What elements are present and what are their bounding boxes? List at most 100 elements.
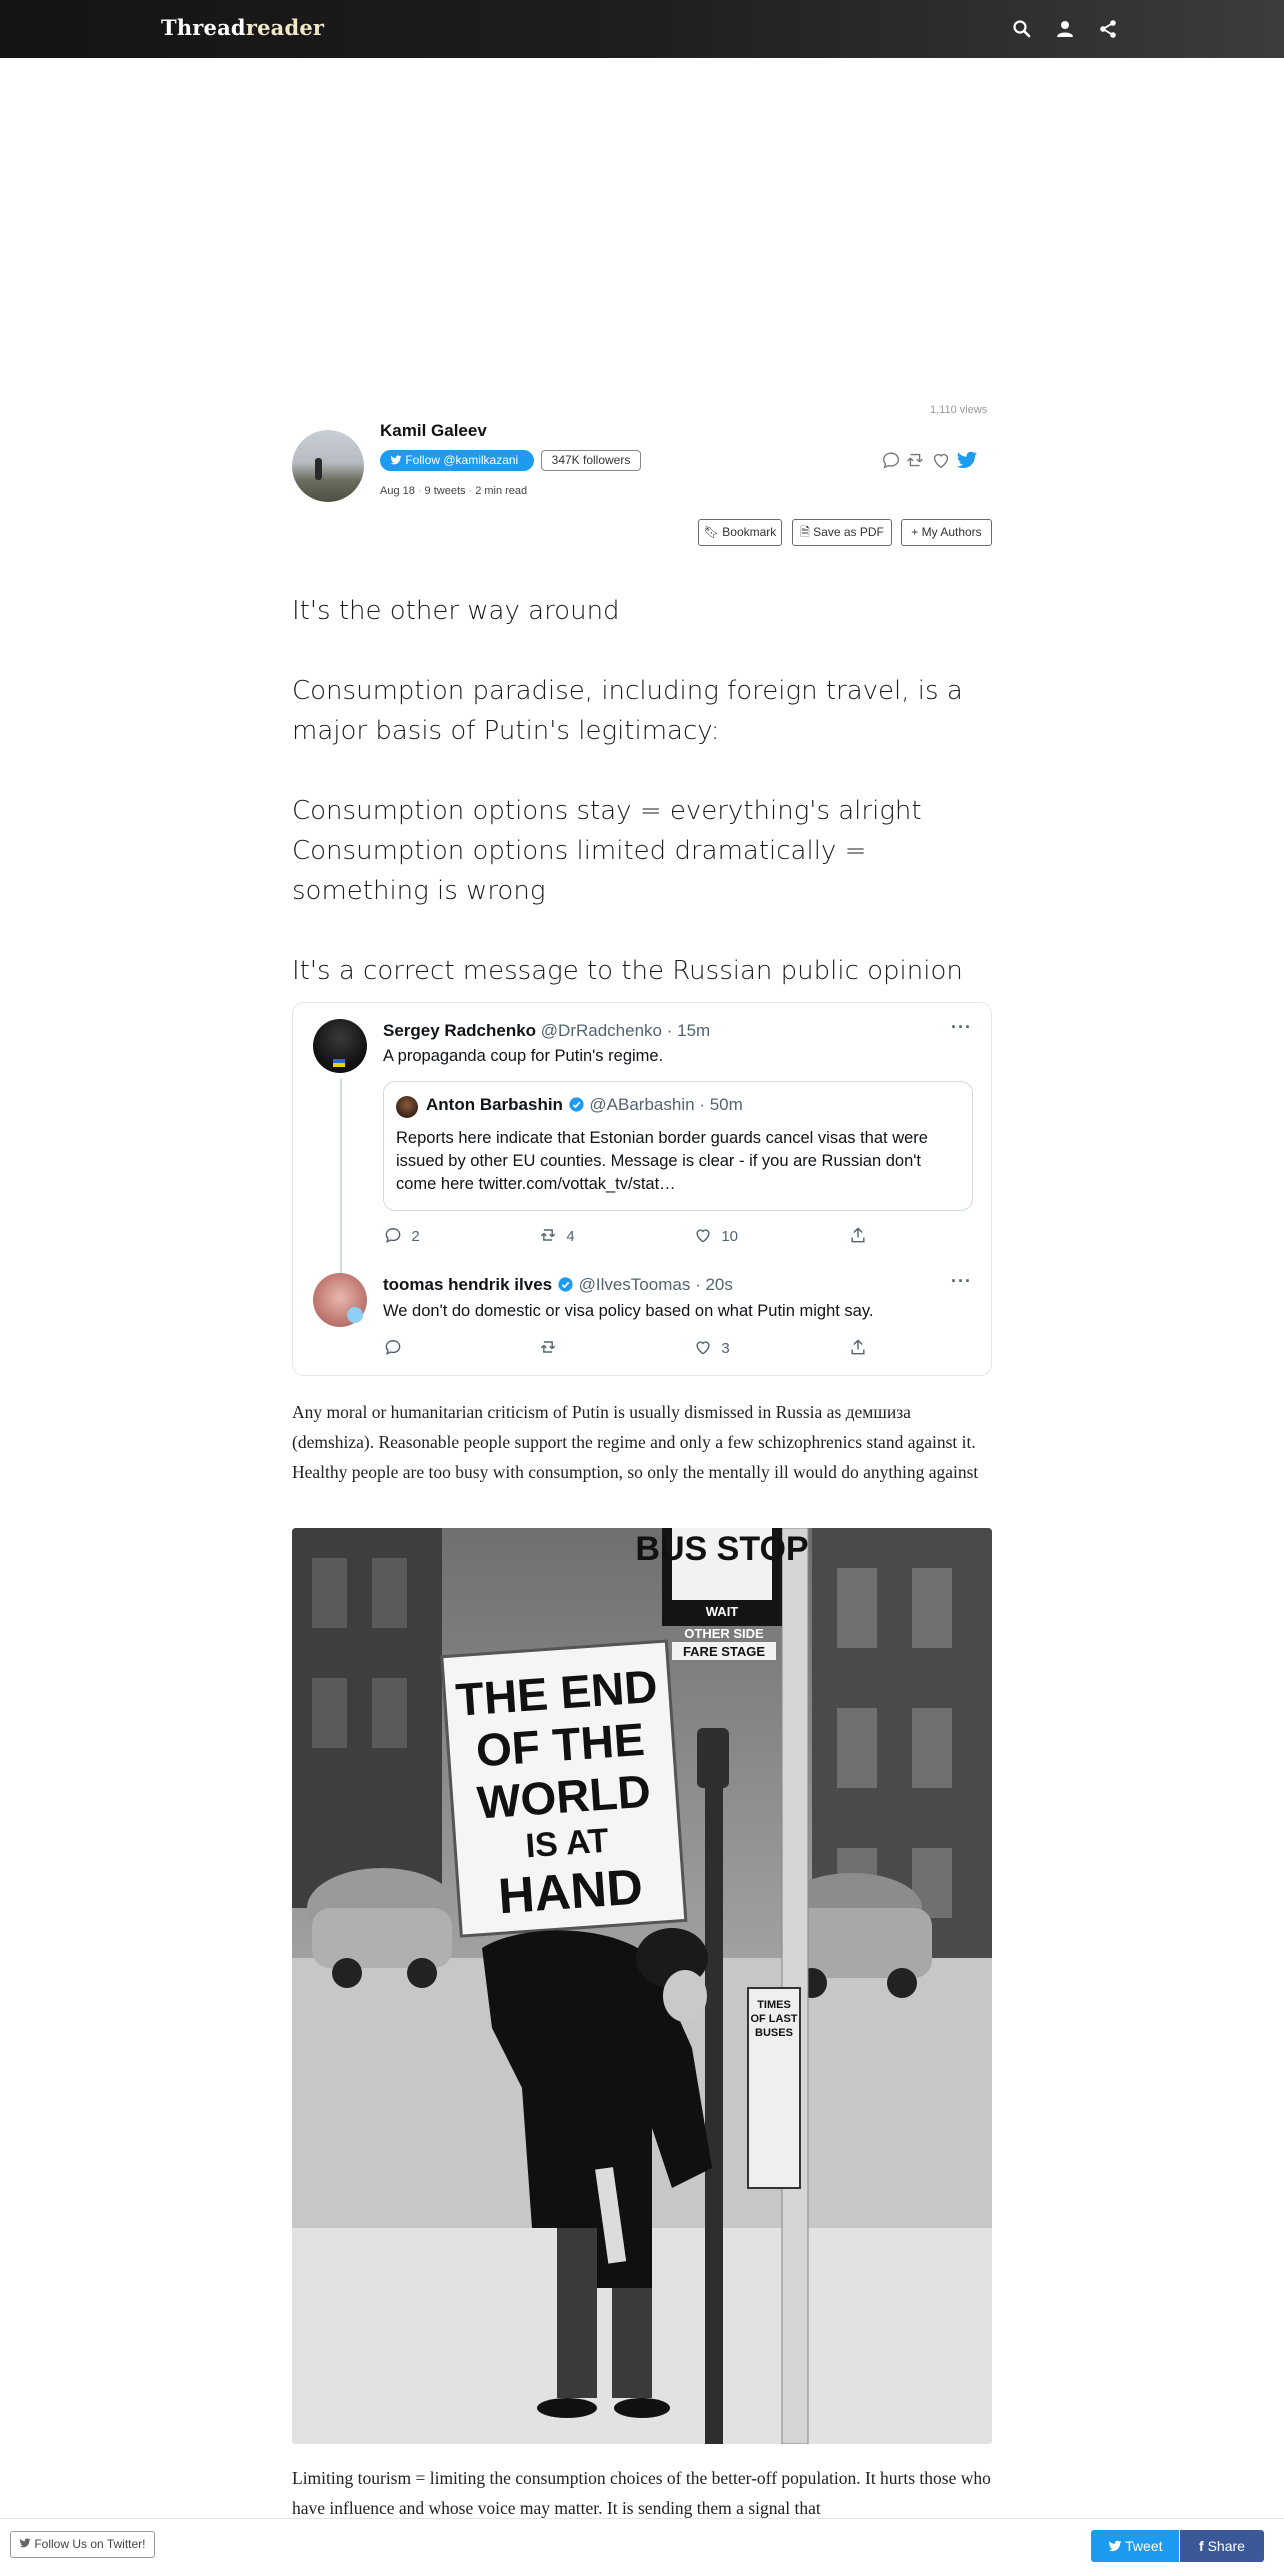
- retweet-icon: [540, 1229, 556, 1241]
- follow-button-label: Follow @kamilkazani: [405, 453, 519, 467]
- bookmark-label: Bookmark: [722, 525, 777, 539]
- twitter-bird-icon: [19, 2538, 31, 2548]
- sign-wait: WAIT: [706, 1604, 739, 1619]
- twitter-bird-icon: [390, 455, 402, 465]
- quoted-time: · 50m: [699, 1095, 743, 1114]
- like-icon: [696, 1341, 710, 1355]
- followers-badge: 347K followers: [541, 450, 641, 471]
- follow-us-label: Follow Us on Twitter!: [34, 2537, 146, 2551]
- brand-part2: reader: [245, 15, 325, 40]
- thread-paragraph-3b: Consumption options limited dramatically…: [292, 836, 867, 906]
- tweet1-retweets: 4: [566, 1228, 575, 1245]
- placard-line5: HAND: [497, 1858, 645, 1924]
- thread-paragraph-5: Any moral or humanitarian criticism of P…: [292, 1402, 979, 1482]
- tweet-button[interactable]: Tweet: [1091, 2530, 1179, 2562]
- tweet1-actions: 2 4 10: [383, 1225, 943, 1247]
- views-count: 1,110 views: [930, 404, 988, 416]
- retweet-icon: [540, 1341, 556, 1353]
- thread-paragraph-3a: Consumption options stay = everything's …: [292, 796, 922, 826]
- thread-paragraph-4: It's a correct message to the Russian pu…: [292, 956, 963, 986]
- tweet2-like-button[interactable]: 3: [693, 1337, 730, 1359]
- quoted-tweet[interactable]: Anton Barbashin @ABarbashin · 50m Report…: [383, 1081, 973, 1211]
- my-authors-button[interactable]: + My Authors: [901, 519, 992, 546]
- reply-icon: [385, 1228, 401, 1243]
- tweet1-handle: @DrRadchenko: [540, 1021, 662, 1040]
- thread-connector-line: [340, 1079, 342, 1273]
- thread-read-time: 2 min read: [475, 485, 528, 497]
- sign-buses: BUSES: [755, 2027, 793, 2039]
- upload-icon: [851, 1339, 865, 1355]
- verified-badge-icon: [558, 1277, 573, 1292]
- tweet2-retweet-button[interactable]: [538, 1337, 558, 1359]
- placard-line4: IS AT: [524, 1822, 610, 1866]
- like-icon: [696, 1229, 710, 1243]
- bookmark-icon: 🔖︎: [703, 525, 719, 539]
- search-icon[interactable]: [1010, 17, 1034, 41]
- tweet2-reply-button[interactable]: [383, 1337, 403, 1359]
- follow-button[interactable]: Follow @kamilkazani: [380, 450, 534, 471]
- thread-meta: Aug 18 · 9 tweets · 2 min read: [380, 485, 528, 497]
- file-icon: 🗎: [800, 525, 810, 539]
- twitter-bird-icon: [1108, 2540, 1121, 2552]
- tweet1-more-icon[interactable]: ···: [951, 1017, 972, 1038]
- tweet1-retweet-button[interactable]: 4: [538, 1225, 575, 1247]
- bookmark-button[interactable]: 🔖︎ Bookmark: [698, 519, 782, 546]
- sign-other-side: OTHER SIDE: [684, 1626, 764, 1641]
- reply-icon[interactable]: [880, 449, 902, 471]
- tweet1-likes: 10: [721, 1228, 739, 1245]
- facebook-share-button[interactable]: f Share: [1180, 2530, 1264, 2562]
- tweet1-like-button[interactable]: 10: [693, 1225, 738, 1247]
- quoted-author: Anton Barbashin @ABarbashin · 50m: [426, 1095, 743, 1114]
- reply-icon: [385, 1340, 401, 1355]
- upload-icon: [851, 1227, 865, 1243]
- photo-illustration: BUS STOP WAIT OTHER SIDE FARE STAGE TIME…: [292, 1528, 992, 2444]
- save-pdf-button[interactable]: 🗎 Save as PDF: [792, 519, 892, 546]
- thread-paragraph-1: It's the other way around: [292, 596, 620, 626]
- tweet1-author[interactable]: Sergey Radchenko @DrRadchenko · 15m: [383, 1021, 710, 1041]
- bottom-bar: Follow Us on Twitter! Tweet f Share: [0, 2518, 1284, 2568]
- sign-of-last: OF LAST: [750, 2013, 797, 2025]
- tweet2-handle: @IlvesToomas: [578, 1275, 691, 1294]
- tweet1-text: A propaganda coup for Putin's regime.: [383, 1047, 664, 1065]
- author-name[interactable]: Kamil Galeev: [380, 421, 487, 441]
- sign-bus: BUS STOP: [635, 1530, 808, 1568]
- tweet-button-label: Tweet: [1125, 2538, 1163, 2554]
- twitter-icon[interactable]: [956, 449, 978, 471]
- sign-fare-stage: FARE STAGE: [683, 1644, 765, 1659]
- top-navbar: Threadreader: [0, 0, 1284, 58]
- tweet2-more-icon[interactable]: ···: [951, 1271, 972, 1292]
- save-pdf-label: Save as PDF: [813, 525, 884, 539]
- ilves-avatar[interactable]: [313, 1273, 367, 1327]
- share-button-label: Share: [1207, 2538, 1245, 2554]
- my-authors-label: My Authors: [921, 525, 982, 539]
- end-of-world-photo[interactable]: BUS STOP WAIT OTHER SIDE FARE STAGE TIME…: [292, 1528, 992, 2444]
- tweet1-reply-button[interactable]: 2: [383, 1225, 420, 1247]
- sign-times: TIMES: [757, 1999, 791, 2011]
- thread-paragraph-6: Limiting tourism = limiting the consumpt…: [292, 2468, 991, 2518]
- follow-us-button[interactable]: Follow Us on Twitter!: [10, 2531, 155, 2558]
- brand-part1: Thread: [161, 15, 246, 40]
- share-icon[interactable]: [1096, 17, 1120, 41]
- brand-logo[interactable]: Threadreader: [161, 15, 324, 40]
- thread-date: Aug 18: [380, 485, 415, 497]
- like-icon[interactable]: [930, 449, 952, 471]
- tweet2-likes: 3: [721, 1340, 730, 1357]
- tweet1-time: · 15m: [666, 1021, 711, 1040]
- tweet2-actions: 3: [383, 1337, 943, 1359]
- tweet2-text: We don't do domestic or visa policy base…: [383, 1302, 874, 1320]
- user-icon[interactable]: [1053, 17, 1077, 41]
- thread-tweet-count: 9 tweets: [424, 485, 466, 497]
- thread-paragraph-2: Consumption paradise, including foreign …: [292, 676, 963, 746]
- tweet2-author[interactable]: toomas hendrik ilves @IlvesToomas · 20s: [383, 1275, 733, 1295]
- tweet1-replies: 2: [411, 1228, 420, 1245]
- tweet2-time: · 20s: [695, 1275, 733, 1294]
- tweet1-share-button[interactable]: [848, 1225, 868, 1247]
- verified-badge-icon: [569, 1097, 584, 1112]
- radchenko-avatar[interactable]: [313, 1019, 367, 1073]
- retweet-icon[interactable]: [904, 449, 926, 471]
- barbashin-avatar: [396, 1096, 418, 1118]
- tweet2-share-button[interactable]: [848, 1337, 868, 1359]
- author-avatar[interactable]: [292, 430, 364, 502]
- facebook-icon: f: [1199, 2538, 1204, 2554]
- embedded-tweet-card[interactable]: Sergey Radchenko @DrRadchenko · 15m ··· …: [292, 1002, 992, 1376]
